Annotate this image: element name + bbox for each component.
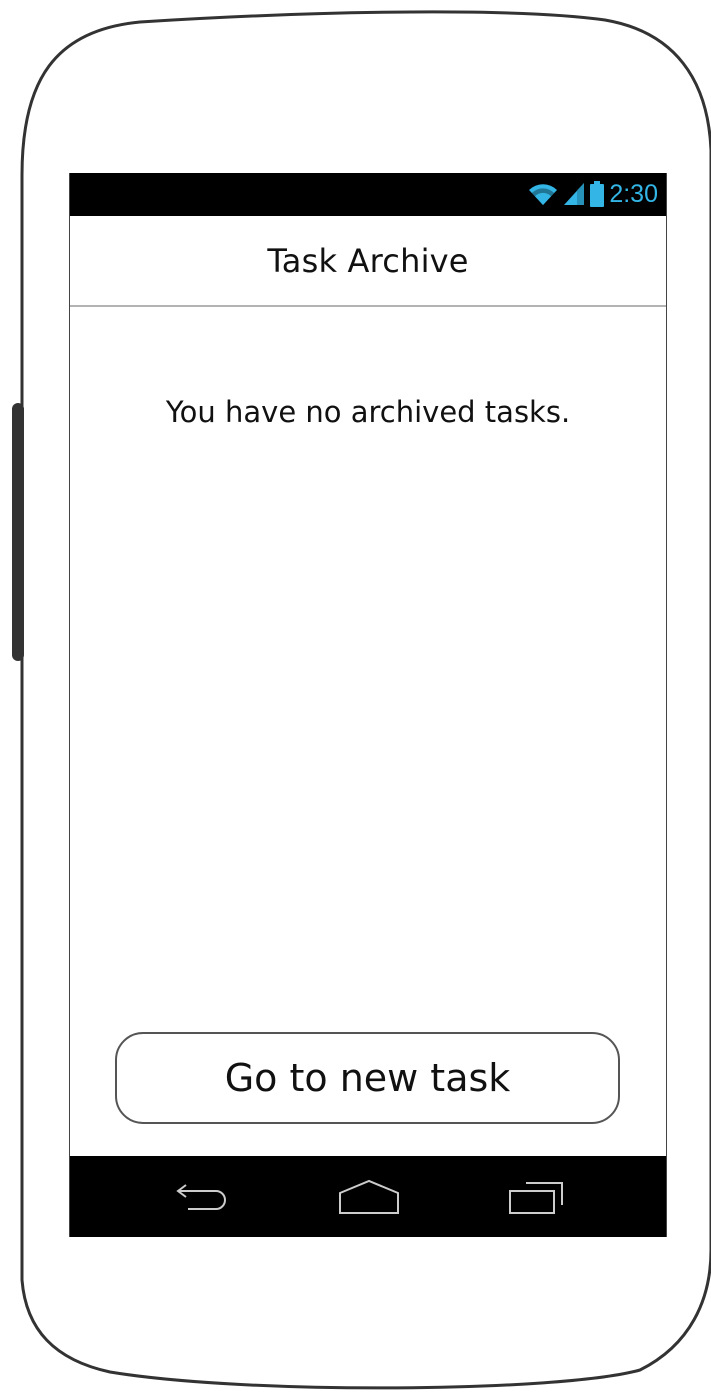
status-icons: 2:30 [528,177,658,211]
status-bar: 2:30 [70,173,666,216]
page-title: Task Archive [267,241,469,280]
home-icon [339,1179,399,1214]
recent-apps-icon [509,1182,563,1214]
recent-apps-button[interactable] [496,1172,576,1222]
wireframe-canvas: 2:30 Task Archive You have no archived t… [0,0,711,1398]
status-time: 2:30 [609,180,658,208]
empty-state-message: You have no archived tasks. [165,395,571,429]
title-bar: Task Archive [70,216,666,307]
cell-signal-icon [564,183,585,205]
back-button[interactable] [162,1172,242,1222]
back-icon [176,1184,226,1210]
phone-screen: 2:30 Task Archive You have no archived t… [69,173,667,1237]
home-button[interactable] [329,1172,409,1222]
side-volume-button [12,403,24,661]
go-to-new-task-button[interactable]: Go to new task [115,1032,620,1124]
navigation-bar [70,1156,666,1237]
battery-icon [590,181,605,207]
wifi-icon [529,184,558,205]
